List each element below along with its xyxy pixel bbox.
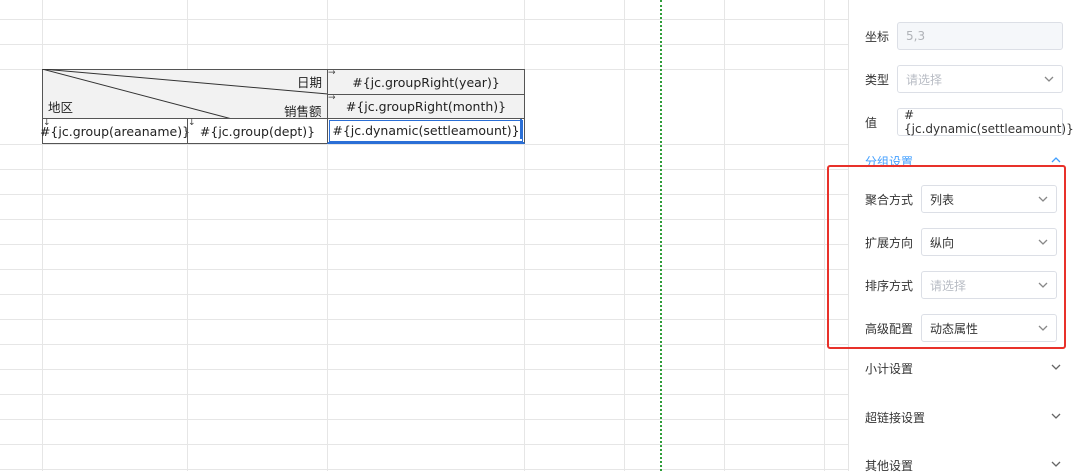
amount-cell-text: #{jc.dynamic(settleamount)}: [332, 123, 520, 138]
grid-line: [0, 194, 848, 195]
grid-line: [0, 444, 848, 445]
type-label: 类型: [865, 73, 890, 87]
agg-label: 聚合方式: [865, 193, 914, 207]
adv-value: 动态属性: [930, 321, 979, 336]
coord-label: 坐标: [865, 30, 890, 44]
grid-line: [0, 344, 848, 345]
grid-line: [0, 369, 848, 370]
sort-placeholder: 请选择: [930, 278, 967, 293]
chevron-down-icon: [1038, 325, 1048, 331]
dept-cell-text: #{jc.group(dept)}: [199, 123, 316, 139]
dept-cell[interactable]: #{jc.group(dept)}: [187, 118, 328, 144]
grid-line: [0, 319, 848, 320]
value-text: #{jc.dynamic(settleamount)}: [904, 108, 1074, 136]
other-settings-header[interactable]: 其他设置: [865, 457, 913, 474]
chevron-down-icon: [1044, 76, 1054, 82]
grid-line: [0, 294, 848, 295]
month-cell-text: #{jc.groupRight(month)}: [345, 99, 507, 114]
value-label: 值: [865, 116, 878, 130]
coord-value: 5,3: [906, 29, 926, 43]
adv-label: 高级配置: [865, 322, 914, 336]
selection-handle[interactable]: [520, 119, 522, 139]
sort-select[interactable]: 请选择: [921, 271, 1057, 299]
agg-value: 列表: [930, 192, 955, 207]
value-input[interactable]: #{jc.dynamic(settleamount)}: [897, 108, 1074, 136]
group-settings-header[interactable]: 分组设置: [865, 153, 913, 170]
grid-line: [0, 219, 848, 220]
area-cell-text: #{jc.group(areaname)}: [39, 123, 191, 139]
grid-line: [724, 0, 725, 471]
grid-line: [624, 0, 625, 471]
type-select[interactable]: 请选择: [897, 65, 1063, 93]
chevron-up-icon[interactable]: [1051, 155, 1061, 165]
grid-line: [0, 169, 848, 170]
expand-value: 纵向: [930, 235, 955, 250]
spreadsheet-canvas[interactable]: 日期 销售额 地区 #{jc.groupRight(year)} → #{jc.…: [0, 0, 848, 471]
grid-line: [0, 19, 848, 20]
down-arrow-icon: ↓: [188, 118, 196, 128]
grid-line: [0, 244, 848, 245]
coord-field: 5,3: [897, 22, 1063, 50]
grid-line: [0, 394, 848, 395]
grid-line: [0, 419, 848, 420]
chevron-down-icon: [1038, 239, 1048, 245]
grid-line: [0, 144, 848, 145]
cell-properties-panel: 坐标 5,3 类型 请选择 值 #{jc.dynamic(settleamoun…: [848, 0, 1084, 474]
chevron-down-icon[interactable]: [1051, 459, 1061, 469]
expand-label: 扩展方向: [865, 236, 914, 250]
grid-line: [0, 269, 848, 270]
page-break-line: [660, 0, 662, 471]
adv-select[interactable]: 动态属性: [921, 314, 1057, 342]
expand-select[interactable]: 纵向: [921, 228, 1057, 256]
chevron-down-icon[interactable]: [1051, 362, 1061, 372]
type-placeholder: 请选择: [906, 72, 943, 87]
grid-line: [824, 0, 825, 471]
area-cell[interactable]: #{jc.group(areaname)}: [39, 118, 191, 144]
down-arrow-icon: ↓: [43, 118, 51, 128]
amount-cell-selected[interactable]: #{jc.dynamic(settleamount)}: [327, 118, 525, 144]
year-cell-text: #{jc.groupRight(year)}: [352, 74, 500, 90]
chevron-down-icon[interactable]: [1051, 411, 1061, 421]
subtotal-settings-header[interactable]: 小计设置: [865, 360, 913, 377]
grid-line: [0, 469, 848, 470]
chevron-down-icon: [1038, 282, 1048, 288]
grid-line: [0, 44, 848, 45]
sort-label: 排序方式: [865, 279, 914, 293]
right-arrow-icon: →: [328, 93, 336, 103]
header-date-label: 日期: [297, 75, 323, 90]
chevron-down-icon: [1038, 196, 1048, 202]
hyperlink-settings-header[interactable]: 超链接设置: [865, 409, 925, 426]
month-cell[interactable]: #{jc.groupRight(month)}: [327, 94, 525, 119]
agg-select[interactable]: 列表: [921, 185, 1057, 213]
year-cell[interactable]: #{jc.groupRight(year)}: [327, 69, 525, 95]
header-region-label: 地区: [48, 100, 74, 115]
right-arrow-icon: →: [328, 68, 336, 78]
